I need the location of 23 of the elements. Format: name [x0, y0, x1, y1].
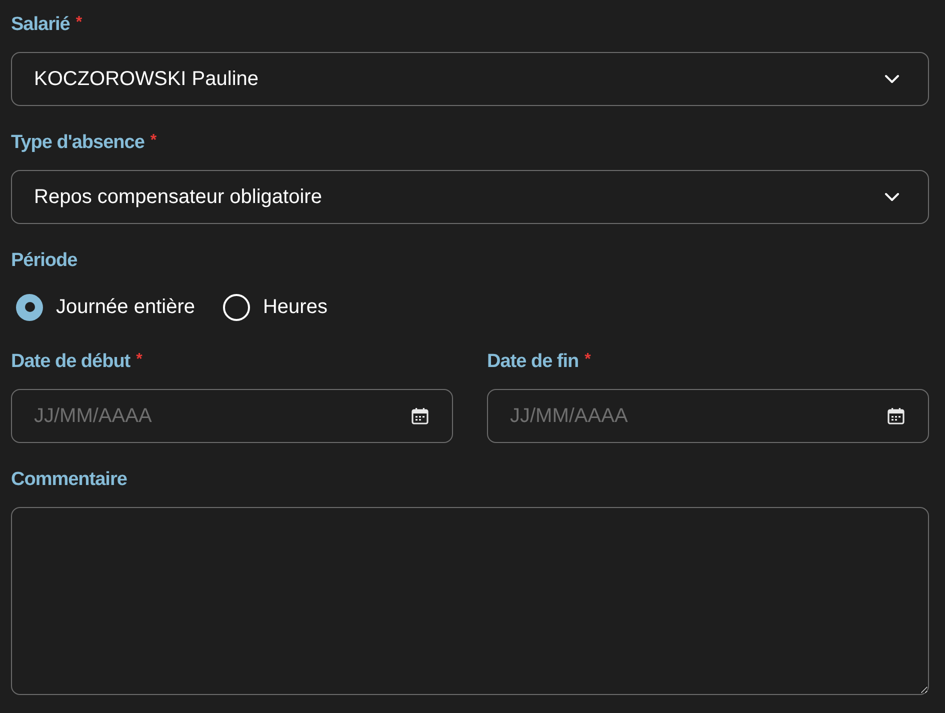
- select-value: Repos compensateur obligatoire: [34, 185, 322, 210]
- field-label: Date de fin: [487, 350, 579, 374]
- calendar-icon[interactable]: [887, 407, 905, 425]
- required-mark: *: [76, 13, 82, 33]
- field-label: Type d'absence: [11, 131, 144, 155]
- required-mark: *: [150, 131, 157, 151]
- field-label: Date de début: [11, 350, 130, 374]
- field-label: Commentaire: [11, 468, 127, 492]
- radio-label: Heures: [262, 295, 328, 320]
- select-field[interactable]: KOCZOROWSKI Pauline: [11, 52, 929, 106]
- radio-button[interactable]: [16, 294, 43, 320]
- select-value: KOCZOROWSKI Pauline: [34, 67, 259, 92]
- comment-field[interactable]: [11, 507, 929, 695]
- required-mark: *: [584, 350, 591, 370]
- field-label: Salarié: [11, 13, 70, 37]
- date-field[interactable]: JJ/MM/AAAA: [487, 389, 929, 443]
- calendar-icon[interactable]: [411, 407, 429, 425]
- required-mark: *: [136, 350, 142, 370]
- radio-button[interactable]: [222, 294, 250, 320]
- select-field[interactable]: Repos compensateur obligatoire: [11, 170, 929, 224]
- date-field[interactable]: JJ/MM/AAAA: [11, 389, 453, 443]
- radio-label: Journée entière: [56, 295, 195, 320]
- field-label: Période: [11, 249, 78, 273]
